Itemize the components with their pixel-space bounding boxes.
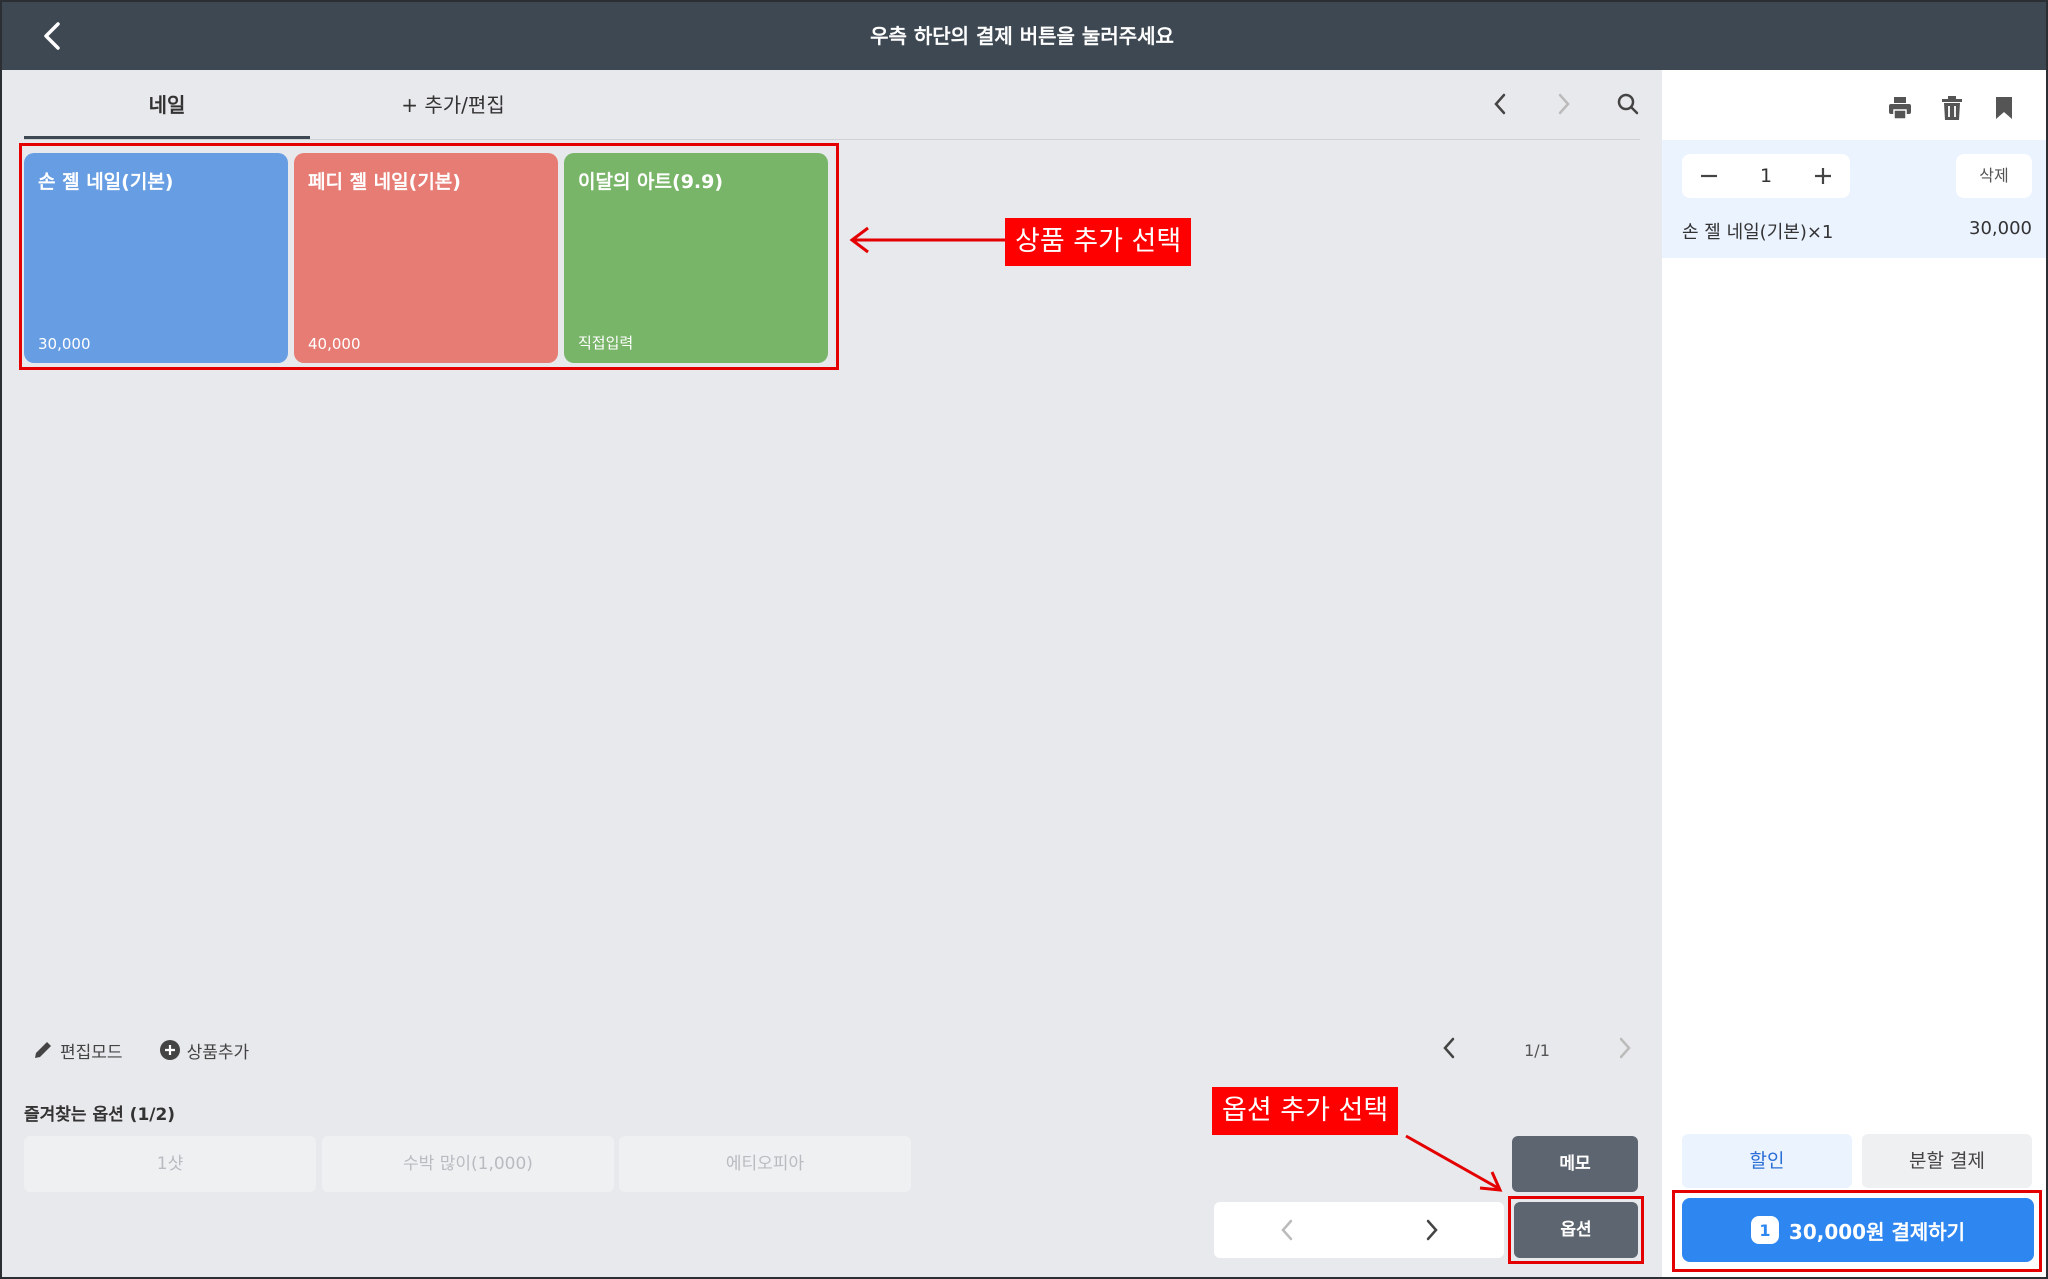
product-card[interactable]: 이달의 아트(9.9) 직접입력 [564, 153, 828, 363]
search-icon [1617, 93, 1639, 115]
tab-next-button[interactable] [1532, 84, 1596, 124]
add-product-button[interactable]: 상품추가 [159, 1038, 250, 1063]
search-button[interactable] [1596, 84, 1660, 124]
quantity-stepper: 1 [1682, 154, 1850, 198]
product-name: 이달의 아트(9.9) [578, 171, 724, 193]
favorite-options-label: 즐겨찾는 옵션 (1/2) [24, 1105, 176, 1125]
chevron-right-icon [1619, 1037, 1631, 1059]
chevron-left-icon [1280, 1219, 1292, 1241]
delete-all-button[interactable] [1926, 88, 1978, 128]
annotation-product-add: 상품 추가 선택 [1005, 218, 1192, 266]
product-price: 30,000 [38, 335, 91, 353]
page-prev-button[interactable] [1442, 1037, 1456, 1063]
product-card[interactable]: 손 젤 네일(기본) 30,000 [24, 153, 288, 363]
split-payment-button[interactable]: 분할 결제 [1862, 1134, 2032, 1188]
chevron-right-icon [1558, 93, 1570, 115]
tab-navigation [1468, 84, 1660, 124]
minus-icon [1701, 174, 1717, 178]
product-price: 40,000 [308, 335, 361, 353]
cart-item-name: 손 젤 네일(기본)×1 [1682, 222, 1834, 243]
favorite-option[interactable]: 수박 많이(1,000) [322, 1136, 614, 1192]
discount-button[interactable]: 할인 [1682, 1134, 1852, 1188]
cart-item-price: 30,000 [1969, 218, 2032, 239]
page-next-button[interactable] [1618, 1037, 1632, 1063]
tab-add-edit[interactable]: + 추가/편집 [310, 70, 596, 140]
tab-nail[interactable]: 네일 [24, 70, 310, 139]
option-next-button[interactable] [1425, 1219, 1439, 1241]
category-tabs: 네일 + 추가/편집 [24, 70, 1640, 140]
page-indicator: 1/1 [1524, 1040, 1550, 1060]
product-name: 손 젤 네일(기본) [38, 171, 174, 193]
decrease-button[interactable] [1694, 161, 1724, 191]
chevron-left-icon [1443, 1037, 1455, 1059]
app-frame: 우측 하단의 결제 버튼을 눌러주세요 네일 + 추가/편집 손 젤 네일(기본… [2, 2, 2046, 1277]
option-button[interactable]: 옵션 [1514, 1202, 1638, 1258]
pay-count-badge: 1 [1750, 1216, 1779, 1244]
chevron-left-icon [1494, 93, 1506, 115]
increase-button[interactable] [1808, 161, 1838, 191]
plus-circle-icon [159, 1040, 180, 1060]
edit-mode-label: 편집모드 [60, 1042, 123, 1063]
cart-panel: 1 삭제 손 젤 네일(기본)×1 30,000 할인 분할 결제 1 30,0… [1662, 70, 2046, 1277]
product-name: 페디 젤 네일(기본) [308, 171, 461, 193]
print-button[interactable] [1874, 88, 1926, 128]
pay-label: 30,000원 결제하기 [1788, 1219, 1966, 1244]
cart-item[interactable]: 1 삭제 손 젤 네일(기본)×1 30,000 [1662, 140, 2046, 258]
product-card[interactable]: 페디 젤 네일(기본) 40,000 [294, 153, 558, 363]
pay-button[interactable]: 1 30,000원 결제하기 [1682, 1198, 2034, 1262]
favorite-option[interactable]: 에티오피아 [619, 1136, 911, 1192]
cart-actions [1874, 88, 2030, 128]
product-pager: 1/1 [1442, 1032, 1632, 1068]
chevron-right-icon [1426, 1219, 1438, 1241]
pencil-icon [35, 1042, 51, 1058]
product-toolbar: 편집모드 상품추가 [32, 1032, 285, 1068]
annotation-option-add: 옵션 추가 선택 [1212, 1087, 1399, 1135]
bookmark-button[interactable] [1978, 88, 2030, 128]
tab-prev-button[interactable] [1468, 84, 1532, 124]
product-price: 직접입력 [578, 334, 634, 352]
printer-icon [1889, 97, 1911, 120]
option-prev-button[interactable] [1280, 1219, 1294, 1241]
add-product-label: 상품추가 [186, 1042, 250, 1063]
quantity-value: 1 [1759, 165, 1773, 187]
bookmark-icon [1996, 97, 2012, 119]
trash-icon [1942, 96, 1962, 120]
page-title: 우측 하단의 결제 버튼을 눌러주세요 [870, 24, 1174, 48]
delete-item-button[interactable]: 삭제 [1956, 154, 2032, 198]
plus-icon [1815, 168, 1831, 184]
favorite-option[interactable]: 1샷 [24, 1136, 316, 1192]
edit-mode-button[interactable]: 편집모드 [32, 1038, 123, 1063]
option-pager [1214, 1202, 1504, 1258]
header: 우측 하단의 결제 버튼을 눌러주세요 [2, 2, 2046, 70]
memo-button[interactable]: 메모 [1512, 1136, 1638, 1192]
